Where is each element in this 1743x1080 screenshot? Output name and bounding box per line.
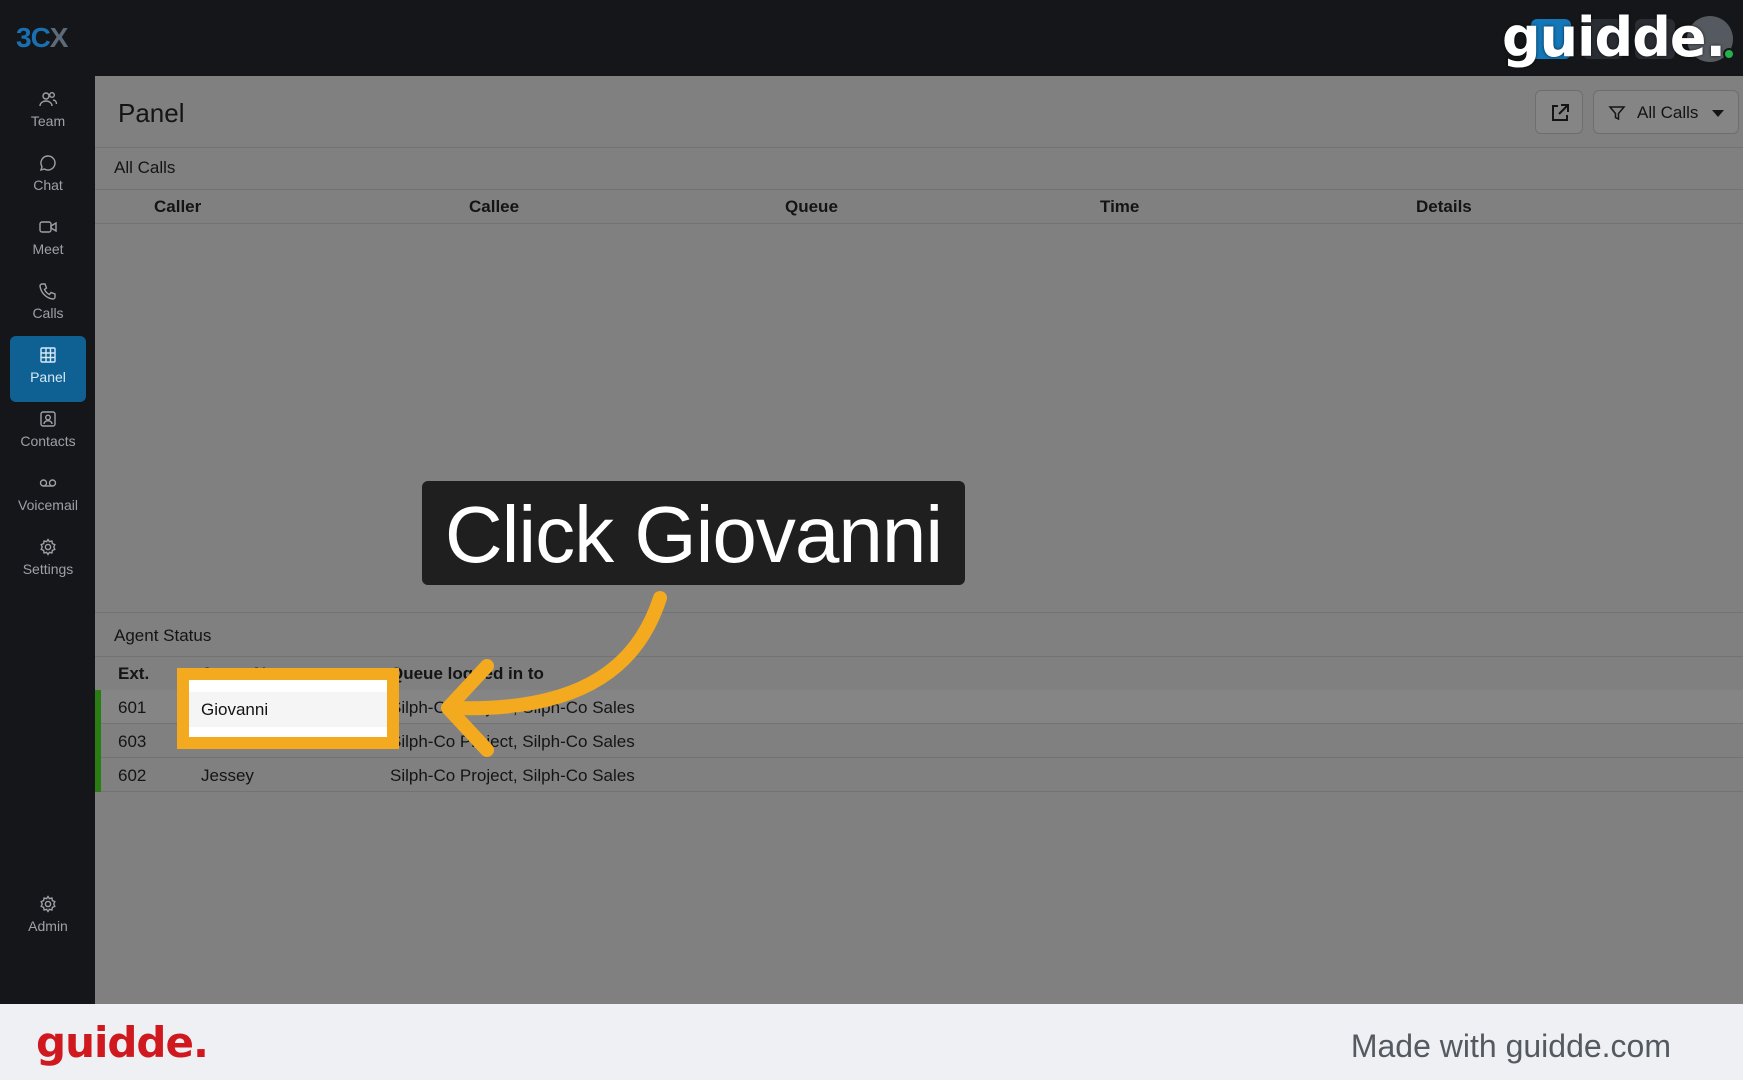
curved-arrow-icon (441, 591, 667, 757)
footer-bar: guidde. Made with guidde.com (0, 1004, 1743, 1080)
made-with-text[interactable]: Made with guidde.com (1351, 1028, 1671, 1065)
guidde-logo[interactable]: guidde. (36, 1018, 209, 1067)
